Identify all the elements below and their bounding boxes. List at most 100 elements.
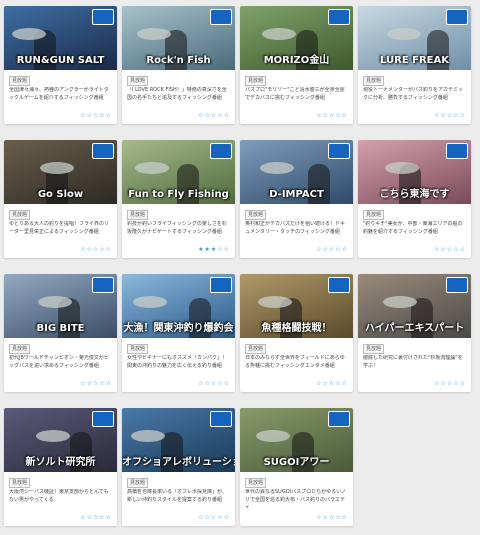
program-title: Rock'n Fish (146, 55, 211, 66)
program-card[interactable]: MORIZO金山 見放題 バスプロ"モリゾー"こと清水盛三が全身全霊でデカバスに挑む… (240, 6, 353, 124)
program-description: 大阪湾シーバス機証！東京支部からとんでもない男がやってくる。 (9, 489, 109, 503)
program-title: SUGOIアワー (263, 457, 330, 468)
fish-shape (135, 162, 169, 174)
unlimited-badge: 見放題 (245, 210, 267, 220)
program-description: ゆとりある大人の釣りを提唱！フライ界のリーダー里見栄正によるフィッシング番組 (9, 221, 110, 235)
channel-logo-icon (92, 411, 114, 427)
program-thumbnail[interactable]: LURE FREAK (358, 6, 471, 70)
program-description: 日本のみならず全世界をフィールドにあらゆる魚種に挑むフィッシングエンタメ番組 (245, 355, 345, 369)
program-thumbnail[interactable]: Fun to Fly Fishing (122, 140, 235, 204)
fish-shape (133, 296, 167, 308)
fish-shape (36, 430, 70, 442)
fish-shape (383, 296, 417, 308)
rating-stars[interactable]: ☆☆☆☆☆ (316, 380, 348, 387)
rating-stars[interactable]: ☆☆☆☆☆ (80, 246, 112, 253)
fish-shape (131, 430, 165, 442)
program-title: Go Slow (37, 189, 84, 200)
program-thumbnail[interactable]: 新ソルト研究所 (4, 408, 117, 472)
channel-logo-icon (446, 9, 468, 25)
channel-logo-icon (210, 9, 232, 25)
program-thumbnail[interactable]: BIG BITE (4, 274, 117, 338)
program-title: 魚種格闘技戦！ (261, 323, 332, 334)
rating-stars[interactable]: ☆☆☆☆☆ (80, 514, 112, 521)
program-description: バスプロ"モリゾー"こと清水盛三が全身全霊でデカバスに挑むフィッシング番組 (245, 87, 345, 101)
program-card[interactable]: SUGOIアワー 見放題 世代の異なるSUGOIバスプロたちがゆるいノリで全国を巡る… (240, 408, 353, 526)
program-thumbnail[interactable]: SUGOIアワー (240, 408, 353, 472)
program-description: "釣りキチ"美女が、中部・東海エリアの船の釣魅を紹介するフィッシング番組 (363, 221, 463, 235)
unlimited-badge: 見放題 (363, 76, 385, 86)
program-card[interactable]: Rock'n Fish 見放題 「I LOVE ROCK FISH！」特務の真深さを… (122, 6, 235, 124)
unlimited-badge: 見放題 (127, 478, 149, 488)
program-title: RUN&GUN SALT (16, 55, 105, 66)
channel-logo-icon (328, 143, 350, 159)
rating-stars[interactable]: ☆☆☆☆☆ (316, 246, 348, 253)
program-thumbnail[interactable]: RUN&GUN SALT (4, 6, 117, 70)
rating-stars[interactable]: ☆☆☆☆☆ (80, 380, 112, 387)
unlimited-badge: 見放題 (245, 344, 267, 354)
rating-stars[interactable]: ★★★☆☆ (198, 246, 230, 253)
program-card[interactable]: 魚種格闘技戦！ 見放題 日本のみならず全世界をフィールドにあらゆる魚種に挑むフィッシ… (240, 274, 353, 392)
program-title: BIG BITE (36, 323, 85, 334)
rating-stars[interactable]: ☆☆☆☆☆ (198, 380, 230, 387)
channel-logo-icon (92, 9, 114, 25)
program-title: Fun to Fly Fishing (128, 189, 229, 200)
program-card[interactable]: Fun to Fly Fishing 見放題 釣技が釣いフライフィッシングの楽しさを… (122, 140, 235, 258)
program-description: 釣技が釣いフライフィッシングの楽しさを杉坂隆久がナビゲートするフィッシング番組 (127, 221, 227, 235)
program-description: 奥村和正がデカバスだけを狙い続ける！ドキュメンタリー・タッチのフィッシング番組 (245, 221, 346, 235)
program-description: 「I LOVE ROCK FISH！」特務の真深さを全国の名手たちと追及するフィ… (127, 87, 227, 101)
program-title: オフショアレボリューション (122, 457, 235, 468)
rating-stars[interactable]: ☆☆☆☆☆ (198, 514, 230, 521)
rating-stars[interactable]: ☆☆☆☆☆ (316, 514, 348, 521)
program-card[interactable]: RUN&GUN SALT 見放題 全国津々浦々、熱種のアングラーがライトタックルゲー… (4, 6, 117, 124)
rating-stars[interactable]: ☆☆☆☆☆ (316, 112, 348, 119)
program-thumbnail[interactable]: 大漁！関東沖釣り爆釣会 (122, 274, 235, 338)
program-thumbnail[interactable]: Go Slow (4, 140, 117, 204)
program-card[interactable]: BIG BITE 見放題 初代JBワールドチャンピオン・菊元俊文がビッグバスを追い求… (4, 274, 117, 392)
program-title: こちら東海です (379, 189, 450, 200)
unlimited-badge: 見放題 (127, 210, 149, 220)
program-description: 現役トーナメンターがバス釣りをアカデミックに分析、勝負するフィッシング番組 (363, 87, 464, 101)
channel-logo-icon (328, 277, 350, 293)
channel-logo-icon (328, 411, 350, 427)
rating-stars[interactable]: ☆☆☆☆☆ (198, 112, 230, 119)
rating-stars[interactable]: ☆☆☆☆☆ (434, 380, 466, 387)
program-thumbnail[interactable]: 魚種格闘技戦！ (240, 274, 353, 338)
unlimited-badge: 見放題 (363, 344, 385, 354)
program-title: D-IMPACT (269, 189, 324, 200)
program-title: LURE FREAK (380, 55, 449, 66)
fish-shape (260, 162, 294, 174)
channel-logo-icon (92, 277, 114, 293)
program-card[interactable]: 大漁！関東沖釣り爆釣会 見放題 女性やビギナーにもオススメ「カンパク」！関東の沖釣り… (122, 274, 235, 392)
program-title: 大漁！関東沖釣り爆釣会 (123, 323, 234, 334)
program-card[interactable]: オフショアレボリューション見放題高橋哲也隊長率いる「オフレボ探見隊」が、新しい沖… (122, 408, 235, 526)
channel-logo-icon (446, 277, 468, 293)
unlimited-badge: 見放題 (9, 76, 31, 86)
program-thumbnail[interactable]: こちら東海です (358, 140, 471, 204)
program-title: MORIZO金山 (263, 55, 330, 66)
program-card[interactable]: LURE FREAK 見放題 現役トーナメンターがバス釣りをアカデミックに分析、勝負… (358, 6, 471, 124)
fish-shape (387, 28, 421, 40)
program-thumbnail[interactable]: Rock'n Fish (122, 6, 235, 70)
fish-shape (256, 430, 290, 442)
rating-stars[interactable]: ☆☆☆☆☆ (434, 246, 466, 253)
program-card[interactable]: こちら東海です見放題 "釣りキチ"美女が、中部・東海エリアの船の釣魅を紹介するフィ… (358, 140, 471, 258)
program-thumbnail[interactable]: ハイパーエキスパート (358, 274, 471, 338)
program-card[interactable]: D-IMPACT 見放題 奥村和正がデカバスだけを狙い続ける！ドキュメンタリー・タッ… (240, 140, 353, 258)
fish-shape (38, 296, 72, 308)
program-description: 女性やビギナーにもオススメ「カンパク」！関東の沖釣りの魅力を広く伝える釣り番組 (127, 355, 228, 369)
program-thumbnail[interactable]: D-IMPACT (240, 140, 353, 204)
program-card[interactable]: ハイパーエキスパート 見放題 徹底した研究に裏付けされた"杉坂流理論"を学ぶ！ ☆☆☆… (358, 274, 471, 392)
program-thumbnail[interactable]: MORIZO金山 (240, 6, 353, 70)
program-card[interactable]: Go Slow 見放題 ゆとりある大人の釣りを提唱！フライ界のリーダー里見栄正による… (4, 140, 117, 258)
program-card[interactable]: 新ソルト研究所 見放題 大阪湾シーバス機証！東京支部からとんでもない男がやってくる。… (4, 408, 117, 526)
rating-stars[interactable]: ☆☆☆☆☆ (434, 112, 466, 119)
fish-shape (385, 162, 419, 174)
unlimited-badge: 見放題 (363, 210, 385, 220)
channel-logo-icon (328, 9, 350, 25)
fish-shape (258, 296, 292, 308)
program-thumbnail[interactable]: オフショアレボリューション (122, 408, 235, 472)
program-description: 全国津々浦々、熱種のアングラーがライトタックルゲームを紹介するフィッシング番組 (9, 87, 109, 101)
rating-stars[interactable]: ☆☆☆☆☆ (80, 112, 112, 119)
unlimited-badge: 見放題 (9, 344, 31, 354)
program-description: 初代JBワールドチャンピオン・菊元俊文がビッグバスを追い求めるフィッシング番組 (9, 355, 109, 369)
